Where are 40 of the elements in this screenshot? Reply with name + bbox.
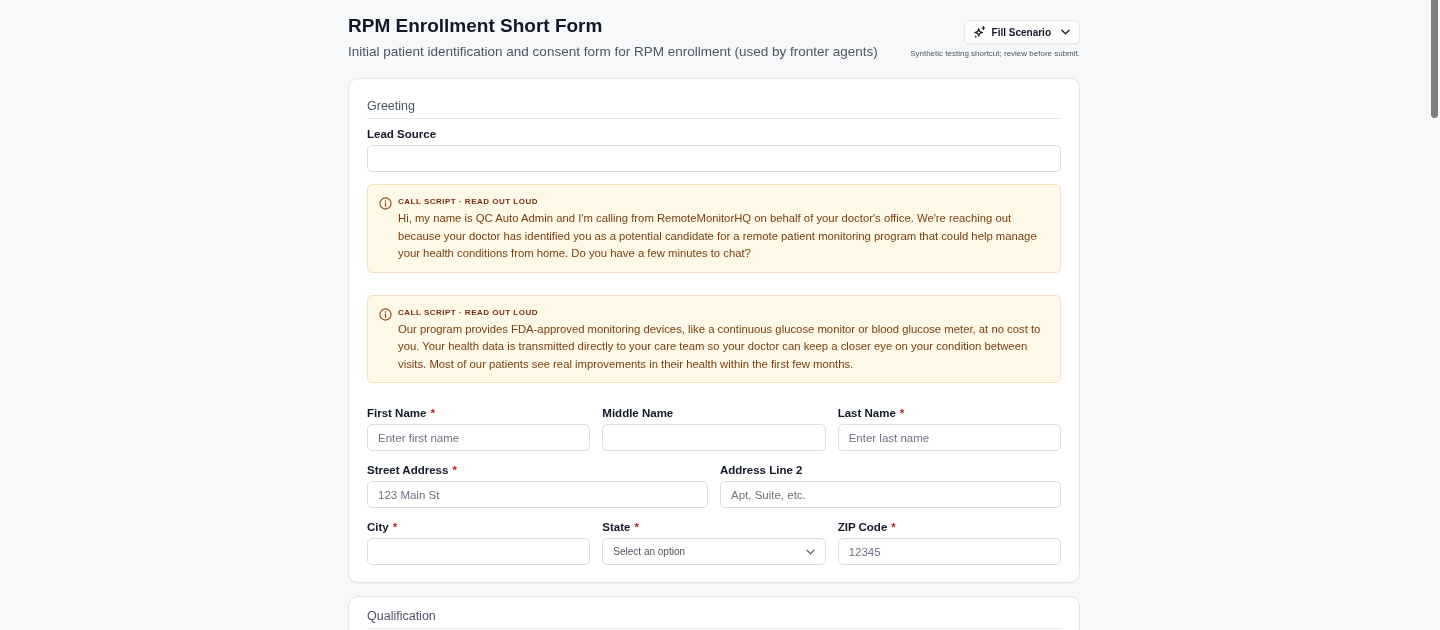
required-mark: * — [430, 406, 435, 421]
field-label: City — [367, 520, 389, 535]
scrollbar-thumb[interactable] — [1431, 0, 1438, 118]
call-script-text: Hi, my name is QC Auto Admin and I'm calling from RemoteMonitorHQ on behalf of your doctor's office. We're reaching out because your doctor has identified you as a potential candidate for a remote patient monitoring program that could help manage your health conditions from home. Do you have a few minutes to chat? — [398, 211, 1038, 261]
field-label: First Name — [367, 406, 427, 421]
fill-hint: Synthetic testing shortcut; review before submit. — [910, 48, 1080, 59]
field-label: Last Name — [837, 406, 896, 421]
page-title: RPM Enrollment Short Form — [348, 14, 604, 38]
call-script-text: Our program provides FDA-approved monitoring devices, like a continuous glucose monitor or blood glucose meter, at no cost to you. Your health data is transmitted directly to your care team so your doctor can keep a closer eye on your condition between visits. Most of our patients see real improvements in their health within the first few months. — [398, 321, 1042, 372]
text-field[interactable] — [602, 424, 826, 451]
required-mark: * — [891, 520, 896, 535]
text-field[interactable]: 123 Main St — [367, 481, 708, 508]
required-mark: * — [452, 463, 457, 478]
field-label: Address Line 2 — [720, 463, 803, 478]
field-label: Middle Name — [602, 406, 674, 421]
chevron-down-icon — [1061, 29, 1070, 35]
section-title: Qualification — [367, 608, 436, 625]
field-label: Lead Source — [367, 127, 437, 142]
text-field[interactable]: Enter first name — [367, 424, 591, 451]
field-label: Street Address — [367, 463, 449, 478]
field-label: State — [602, 520, 631, 535]
required-mark: * — [392, 520, 398, 535]
text-field[interactable] — [367, 145, 1061, 172]
text-field[interactable]: Apt, Suite, etc. — [720, 481, 1061, 508]
sparkle-icon — [973, 26, 986, 38]
section-title: Greeting — [367, 98, 415, 115]
text-field[interactable] — [367, 538, 591, 565]
text-field[interactable]: Enter last name — [837, 424, 1061, 451]
call-script-label: CALL SCRIPT · READ OUT LOUD — [398, 306, 539, 318]
call-script-label: CALL SCRIPT · READ OUT LOUD — [398, 196, 539, 207]
select-field[interactable]: Select an option — [602, 538, 826, 565]
required-mark: * — [634, 520, 639, 535]
fill-scenario-button[interactable]: Fill Scenario — [963, 20, 1080, 44]
info-icon — [379, 197, 392, 210]
chevron-down-icon — [805, 548, 815, 555]
field-label: ZIP Code — [837, 520, 888, 535]
page-subtitle: Initial patient identification and consent form for RPM enrollment (used by fronter agents) — [348, 43, 878, 61]
text-field[interactable]: 12345 — [837, 538, 1061, 565]
required-mark: * — [899, 406, 905, 421]
info-icon — [379, 307, 392, 321]
